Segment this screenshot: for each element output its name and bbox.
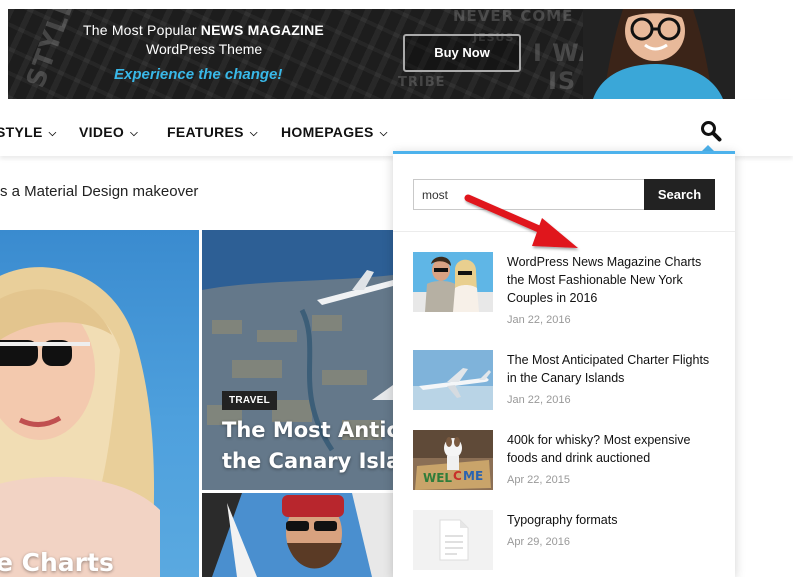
banner-headline: The Most Popular NEWS MAGAZINE [83,22,324,38]
featured-middle-title-line2[interactable]: the Canary Islan [222,449,393,473]
banner-woman-photo [583,9,735,99]
chevron-down-icon: ⌵ [249,128,258,139]
search-result-title[interactable]: Typography formats [507,511,722,529]
dog-welcome-mat-photo[interactable]: WEL C ME [413,430,493,490]
airplane-photo[interactable] [413,350,493,410]
nav-item-homepages[interactable]: HOMEPAGES ⌵ [281,124,388,140]
search-dropdown: Search WordPress News Magazine Charts th… [393,151,735,577]
blonde-woman-photo [0,267,160,577]
search-result-title[interactable]: WordPress News Magazine Charts the Most … [507,253,722,307]
featured-tile-bottom[interactable] [202,493,393,577]
svg-text:ME: ME [463,469,483,483]
search-result-item[interactable]: Typography formats Apr 29, 2016 [413,510,723,577]
search-result-date: Jan 22, 2016 [507,314,571,326]
search-result-item[interactable]: WEL C ME 400k for whisky? Most expensive… [413,430,723,500]
chevron-down-icon: ⌵ [48,128,57,139]
nav-item-features[interactable]: FEATURES ⌵ [167,124,258,140]
search-result-date: Apr 29, 2016 [507,536,570,548]
chevron-down-icon: ⌵ [379,128,388,139]
category-badge-travel[interactable]: TRAVEL [222,391,278,410]
search-result-title[interactable]: 400k for whisky? Most expensive foods an… [507,431,722,467]
search-result-item[interactable]: WordPress News Magazine Charts the Most … [413,252,723,327]
top-ad-banner[interactable]: STYLE NEVER COME I WAS IS & TRIBE JESUS … [8,9,735,99]
document-placeholder-icon[interactable] [413,510,493,570]
search-button[interactable]: Search [644,179,715,210]
nav-item-style[interactable]: STYLE ⌵ [0,124,57,140]
trending-ticker-text[interactable]: s a Material Design makeover [0,183,198,200]
nav-item-video[interactable]: VIDEO ⌵ [79,124,138,140]
banner-tagline: Experience the change! [114,66,283,83]
buy-now-button[interactable]: Buy Now [403,34,521,72]
search-result-date: Jan 22, 2016 [507,394,571,406]
featured-tile-left[interactable]: e Charts [0,230,199,577]
bearded-man-photo [202,493,393,577]
banner-deco-text: TRIBE [398,75,446,90]
featured-tile-middle[interactable]: TRAVEL The Most Anticip the Canary Islan [202,230,393,490]
featured-middle-title-line1[interactable]: The Most Anticip [222,418,393,442]
chevron-down-icon: ⌵ [130,128,138,139]
search-icon[interactable] [700,120,722,142]
search-result-date: Apr 22, 2015 [507,474,570,486]
search-result-title[interactable]: The Most Anticipated Charter Flights in … [507,351,722,387]
search-input[interactable] [413,179,645,210]
svg-text:WEL: WEL [423,471,452,485]
divider [393,231,735,232]
banner-deco-text: NEVER COME [453,9,574,25]
main-navigation: STYLE ⌵ VIDEO ⌵ FEATURES ⌵ HOMEPAGES ⌵ [0,100,793,156]
search-result-item[interactable]: The Most Anticipated Charter Flights in … [413,350,723,420]
couple-photo[interactable] [413,252,493,312]
banner-subheadline: WordPress Theme [146,41,263,57]
featured-left-title[interactable]: e Charts [0,548,114,577]
svg-text:C: C [453,469,462,483]
